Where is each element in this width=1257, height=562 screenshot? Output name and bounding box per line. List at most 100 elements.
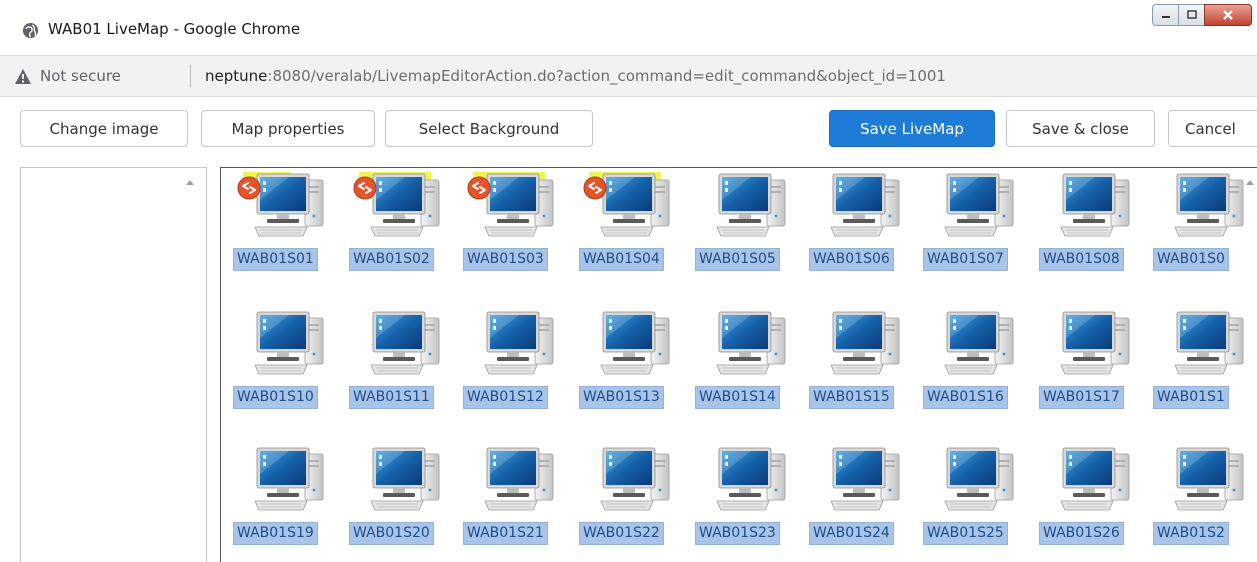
computer-node[interactable]: WAB01S1 <box>1153 308 1257 436</box>
computer-node[interactable]: WAB01S08 <box>1039 170 1151 298</box>
computer-icon <box>716 447 786 511</box>
computer-node[interactable]: WAB01S25 <box>923 444 1035 562</box>
computer-label: WAB01S07 <box>923 248 1008 271</box>
computer-label: WAB01S17 <box>1039 386 1124 409</box>
window-controls <box>1152 4 1252 28</box>
select-background-button[interactable]: Select Background <box>385 110 593 147</box>
url-host: neptune <box>205 67 268 85</box>
computer-icon <box>716 311 786 375</box>
object-list-panel[interactable] <box>20 167 207 562</box>
globe-icon <box>22 22 39 39</box>
computer-label: WAB01S03 <box>463 248 548 271</box>
computer-label: WAB01S10 <box>233 386 318 409</box>
computer-node[interactable]: WAB01S0 <box>1153 170 1257 298</box>
computer-label: WAB01S25 <box>923 522 1008 545</box>
computer-node[interactable]: WAB01S2 <box>1153 444 1257 562</box>
computer-label: WAB01S08 <box>1039 248 1124 271</box>
computer-icon <box>1060 173 1130 237</box>
computer-node[interactable]: WAB01S04 <box>579 170 691 298</box>
computer-node[interactable]: WAB01S15 <box>809 308 921 436</box>
computer-label: WAB01S16 <box>923 386 1008 409</box>
computer-icon <box>600 447 670 511</box>
computer-label: WAB01S23 <box>695 522 780 545</box>
computer-label: WAB01S15 <box>809 386 894 409</box>
address-bar[interactable]: Not secure neptune:8080/veralab/LivemapE… <box>0 55 1257 97</box>
computer-node[interactable]: WAB01S06 <box>809 170 921 298</box>
remote-session-icon <box>353 176 377 200</box>
close-button[interactable] <box>1204 4 1252 26</box>
computer-node[interactable]: WAB01S16 <box>923 308 1035 436</box>
computer-node[interactable]: WAB01S01 <box>233 170 345 298</box>
computer-icon <box>484 173 554 237</box>
computer-label: WAB01S11 <box>349 386 434 409</box>
computer-node[interactable]: WAB01S02 <box>349 170 461 298</box>
computer-icon <box>944 447 1014 511</box>
computer-node[interactable]: WAB01S03 <box>463 170 575 298</box>
computer-icon <box>370 447 440 511</box>
close-icon <box>1223 10 1233 20</box>
remote-session-icon <box>467 176 491 200</box>
computer-icon <box>484 447 554 511</box>
computer-node[interactable]: WAB01S20 <box>349 444 461 562</box>
computer-icon <box>600 311 670 375</box>
computer-icon <box>370 311 440 375</box>
computer-icon <box>254 447 324 511</box>
computer-node[interactable]: WAB01S05 <box>695 170 807 298</box>
computer-icon <box>254 173 324 237</box>
computer-node[interactable]: WAB01S07 <box>923 170 1035 298</box>
computer-node[interactable]: WAB01S14 <box>695 308 807 436</box>
computer-label: WAB01S24 <box>809 522 894 545</box>
map-properties-button[interactable]: Map properties <box>201 110 375 147</box>
scroll-up-icon[interactable] <box>1246 180 1254 185</box>
change-image-button[interactable]: Change image <box>20 110 188 147</box>
security-status[interactable]: Not secure <box>40 67 121 85</box>
computer-icon <box>254 311 324 375</box>
computer-label: WAB01S0 <box>1153 248 1229 271</box>
minimize-icon <box>1161 16 1170 18</box>
computer-icon <box>716 173 786 237</box>
livemap-canvas[interactable]: WAB01S01 WAB01S02 WAB01S03 WAB01S04 WAB0… <box>220 167 1257 562</box>
computer-icon <box>944 173 1014 237</box>
computer-node[interactable]: WAB01S17 <box>1039 308 1151 436</box>
url-path: :8080/veralab/LivemapEditorAction.do?act… <box>267 67 946 85</box>
computer-node[interactable]: WAB01S22 <box>579 444 691 562</box>
computer-node[interactable]: WAB01S12 <box>463 308 575 436</box>
computer-icon <box>830 447 900 511</box>
computer-label: WAB01S22 <box>579 522 664 545</box>
window-title: WAB01 LiveMap - Google Chrome <box>48 20 301 38</box>
computer-icon <box>1060 447 1130 511</box>
editor-toolbar: Change image Map properties Select Backg… <box>0 97 1257 165</box>
computer-node[interactable]: WAB01S21 <box>463 444 575 562</box>
computer-node[interactable]: WAB01S23 <box>695 444 807 562</box>
window-titlebar: WAB01 LiveMap - Google Chrome <box>0 0 1257 55</box>
computer-label: WAB01S01 <box>233 248 318 271</box>
computer-icon <box>944 311 1014 375</box>
url-text[interactable]: neptune:8080/veralab/LivemapEditorAction… <box>205 67 946 85</box>
computer-node[interactable]: WAB01S26 <box>1039 444 1151 562</box>
computer-label: WAB01S12 <box>463 386 548 409</box>
computer-label: WAB01S06 <box>809 248 894 271</box>
computer-node[interactable]: WAB01S11 <box>349 308 461 436</box>
computer-icon <box>370 173 440 237</box>
cancel-button[interactable]: Cancel <box>1168 110 1257 147</box>
computer-label: WAB01S13 <box>579 386 664 409</box>
computer-label: WAB01S26 <box>1039 522 1124 545</box>
computer-label: WAB01S05 <box>695 248 780 271</box>
computer-label: WAB01S19 <box>233 522 318 545</box>
minimize-button[interactable] <box>1152 4 1179 26</box>
maximize-button[interactable] <box>1178 4 1205 26</box>
remote-session-icon <box>583 176 607 200</box>
computer-icon <box>1174 173 1244 237</box>
computer-icon <box>1174 311 1244 375</box>
computer-label: WAB01S20 <box>349 522 434 545</box>
computer-node[interactable]: WAB01S24 <box>809 444 921 562</box>
scroll-up-icon[interactable] <box>186 180 194 185</box>
computer-node[interactable]: WAB01S10 <box>233 308 345 436</box>
save-livemap-button[interactable]: Save LiveMap <box>829 110 995 147</box>
computer-node[interactable]: WAB01S19 <box>233 444 345 562</box>
computer-node[interactable]: WAB01S13 <box>579 308 691 436</box>
computer-label: WAB01S1 <box>1153 386 1229 409</box>
computer-icon <box>830 173 900 237</box>
computer-label: WAB01S21 <box>463 522 548 545</box>
save-close-button[interactable]: Save & close <box>1006 110 1155 147</box>
